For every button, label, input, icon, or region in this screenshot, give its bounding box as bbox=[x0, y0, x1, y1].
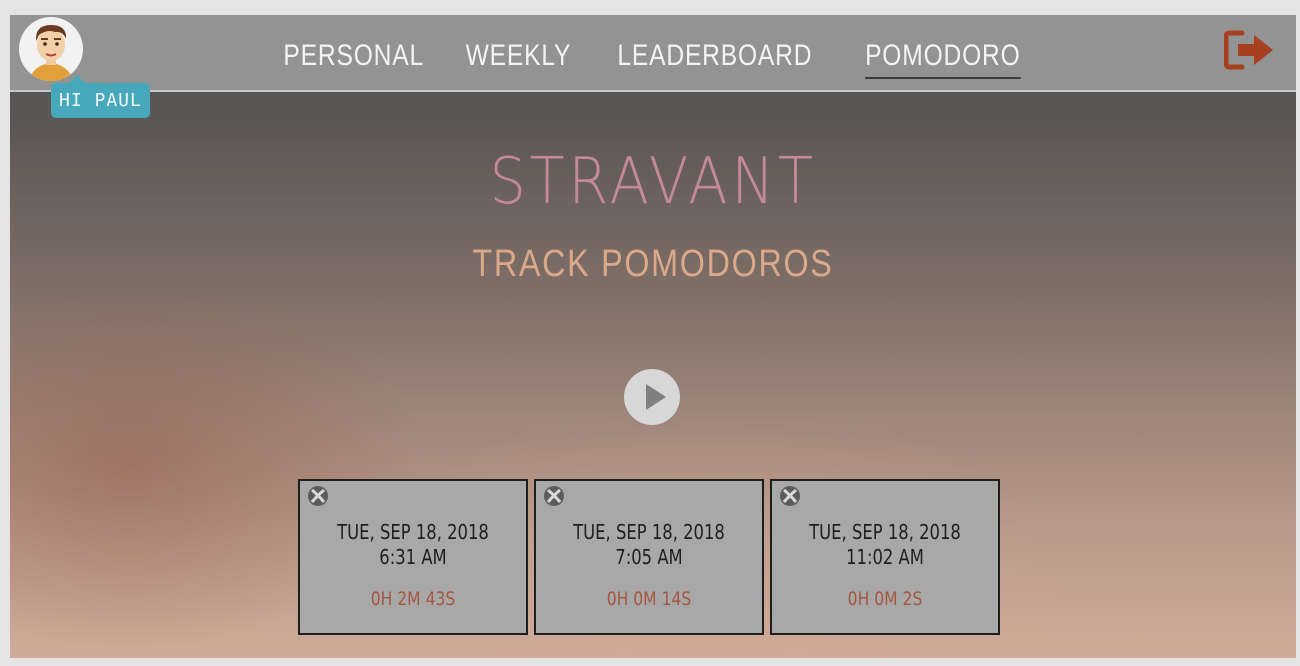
session-date: TUE, SEP 18, 2018 bbox=[809, 520, 961, 544]
nav-personal[interactable]: PERSONAL bbox=[284, 27, 425, 79]
xbox-delete-icon[interactable] bbox=[543, 485, 565, 507]
logout-arrow-icon bbox=[1223, 30, 1273, 70]
page-subtitle: TRACK POMODOROS bbox=[472, 243, 834, 285]
session-duration: 0H 2M 43S bbox=[370, 588, 456, 610]
app-frame: PERSONAL WEEKLY LEADERBOARD POMODORO HI … bbox=[10, 15, 1296, 658]
logout-button[interactable] bbox=[1223, 30, 1276, 70]
nav-leaderboard[interactable]: LEADERBOARD bbox=[618, 27, 813, 79]
session-time: 11:02 AM bbox=[846, 545, 924, 569]
top-navigation-bar: PERSONAL WEEKLY LEADERBOARD POMODORO bbox=[10, 15, 1296, 92]
session-card: TUE, SEP 18, 2018 6:31 AM 0H 2M 43S bbox=[298, 479, 528, 635]
nav-pomodoro[interactable]: POMODORO bbox=[865, 27, 1021, 79]
session-card: TUE, SEP 18, 2018 7:05 AM 0H 0M 14S bbox=[534, 479, 764, 635]
xbox-delete-icon[interactable] bbox=[307, 485, 329, 507]
session-date: TUE, SEP 18, 2018 bbox=[573, 520, 725, 544]
play-button[interactable] bbox=[624, 369, 680, 425]
app-logo: STRAVANT bbox=[489, 145, 817, 219]
session-duration: 0H 0M 14S bbox=[606, 588, 692, 610]
session-list: TUE, SEP 18, 2018 6:31 AM 0H 2M 43S TUE,… bbox=[298, 479, 1000, 635]
session-date: TUE, SEP 18, 2018 bbox=[337, 520, 489, 544]
greeting-badge: HI PAUL bbox=[51, 75, 150, 118]
nav-weekly[interactable]: WEEKLY bbox=[465, 27, 571, 79]
main-nav: PERSONAL WEEKLY LEADERBOARD POMODORO bbox=[10, 15, 1296, 90]
session-card: TUE, SEP 18, 2018 11:02 AM 0H 0M 2S bbox=[770, 479, 1000, 635]
session-time: 6:31 AM bbox=[379, 545, 447, 569]
xbox-delete-icon[interactable] bbox=[779, 485, 801, 507]
session-time: 7:05 AM bbox=[615, 545, 683, 569]
session-duration: 0H 0M 2S bbox=[847, 588, 923, 610]
